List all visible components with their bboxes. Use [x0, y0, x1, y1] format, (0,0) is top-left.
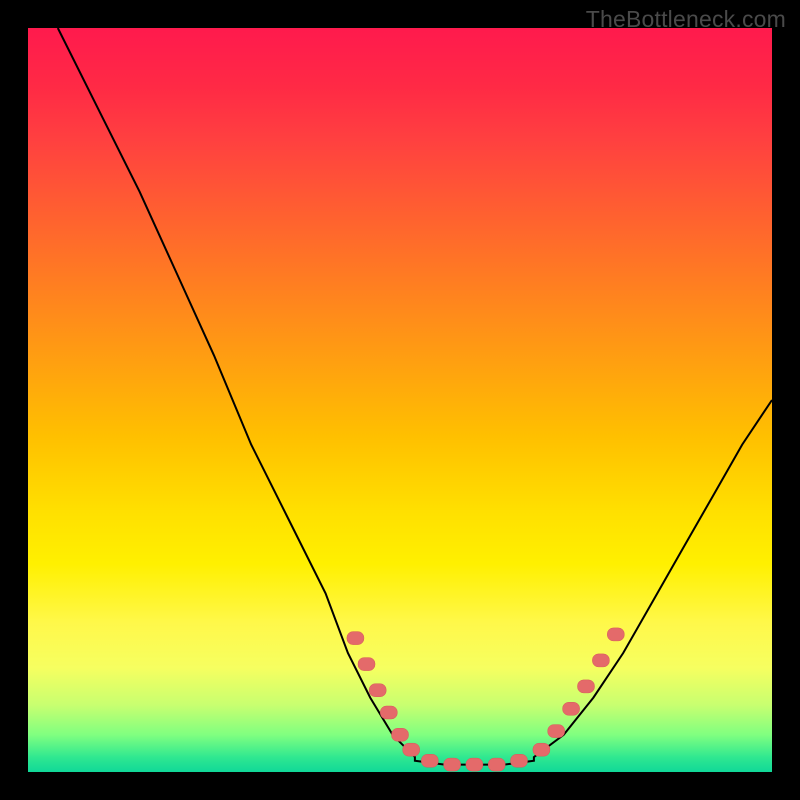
bottleneck-curve [58, 28, 772, 765]
data-marker [511, 754, 528, 767]
chart-frame: TheBottleneck.com [0, 0, 800, 800]
data-marker [444, 758, 461, 771]
data-marker [607, 628, 624, 641]
data-marker [578, 680, 595, 693]
data-marker [380, 706, 397, 719]
data-marker [533, 743, 550, 756]
data-marker [392, 728, 409, 741]
data-marker [403, 743, 420, 756]
curve-group [58, 28, 772, 765]
data-marker [592, 654, 609, 667]
data-marker [563, 702, 580, 715]
data-marker [421, 754, 438, 767]
data-marker [369, 684, 386, 697]
watermark-text: TheBottleneck.com [586, 6, 786, 33]
data-marker [548, 725, 565, 738]
chart-svg [28, 28, 772, 772]
data-marker [466, 758, 483, 771]
data-marker [347, 632, 364, 645]
data-marker [358, 658, 375, 671]
plot-area [28, 28, 772, 772]
data-marker [488, 758, 505, 771]
marker-group [347, 628, 624, 771]
